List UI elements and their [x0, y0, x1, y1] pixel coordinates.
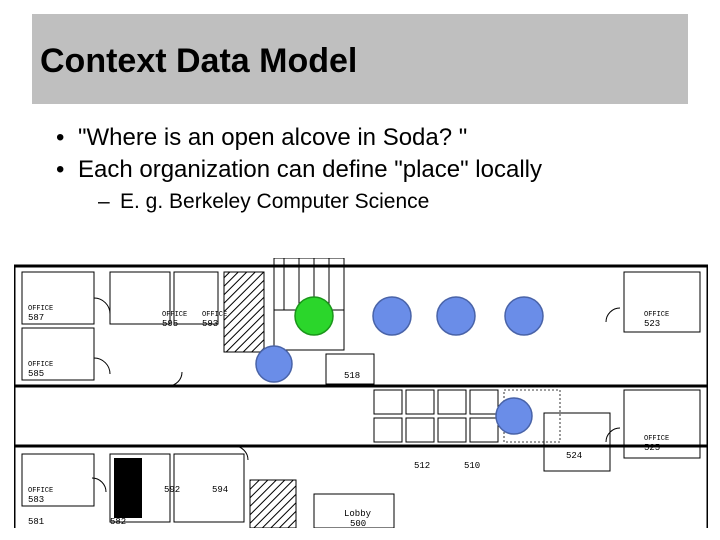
left-offices: OFFICE 587 OFFICE 585 OFFICE 583 581	[22, 272, 94, 527]
bullet-2-text: Each organization can define "place" loc…	[78, 156, 542, 183]
room-524: 524	[566, 451, 582, 461]
svg-text:OFFICE: OFFICE	[644, 311, 669, 319]
marker-blue-1	[256, 346, 292, 382]
room-587: 587	[28, 313, 44, 323]
svg-text:OFFICE: OFFICE	[28, 487, 53, 495]
room-583: 583	[28, 495, 44, 505]
marker-green	[295, 297, 333, 335]
stairwell-top	[224, 272, 264, 352]
room-592: 592	[164, 485, 180, 495]
office-lbl: OFFICE	[28, 305, 53, 313]
room-518: 518	[344, 371, 360, 381]
bullet-2a: E. g. Berkeley Computer Science	[98, 190, 680, 214]
center-rooms: 518 512 510 Lobby 500	[314, 354, 560, 528]
right-offices: OFFICE 523 OFFICE 525 524	[544, 272, 700, 471]
marker-blue-5	[496, 398, 532, 434]
slide-title: Context Data Model	[40, 42, 357, 81]
bottom-offices: 592 594 582	[110, 454, 296, 528]
slide: Context Data Model "Where is an open alc…	[0, 0, 720, 540]
svg-text:OFFICE: OFFICE	[162, 311, 187, 319]
floorplan-svg: OFFICE 587 OFFICE 585 OFFICE 583 581 OFF…	[14, 258, 708, 528]
lobby: Lobby	[344, 509, 372, 519]
marker-blue-2	[373, 297, 411, 335]
floorplan-image: OFFICE 587 OFFICE 585 OFFICE 583 581 OFF…	[14, 258, 708, 528]
room-512: 512	[414, 461, 430, 471]
room-525: 525	[644, 443, 660, 453]
room-582: 582	[110, 517, 126, 527]
room-594: 594	[212, 485, 228, 495]
markers	[256, 297, 543, 434]
solid-block	[114, 458, 142, 518]
room-523: 523	[644, 319, 660, 329]
bullet-2: Each organization can define "place" loc…	[56, 156, 680, 214]
marker-blue-3	[437, 297, 475, 335]
room-500: 500	[350, 519, 366, 528]
bullet-list: "Where is an open alcove in Soda? " Each…	[56, 120, 680, 218]
marker-blue-4	[505, 297, 543, 335]
bullet-1: "Where is an open alcove in Soda? "	[56, 124, 680, 152]
svg-text:OFFICE: OFFICE	[644, 435, 669, 443]
room-581: 581	[28, 517, 44, 527]
stairwell-bottom	[250, 480, 296, 528]
svg-text:OFFICE: OFFICE	[202, 311, 227, 319]
room-585: 585	[28, 369, 44, 379]
room-593: 593	[202, 319, 218, 329]
room-510: 510	[464, 461, 480, 471]
sub-bullet-list: E. g. Berkeley Computer Science	[98, 190, 680, 214]
svg-text:OFFICE: OFFICE	[28, 361, 53, 369]
